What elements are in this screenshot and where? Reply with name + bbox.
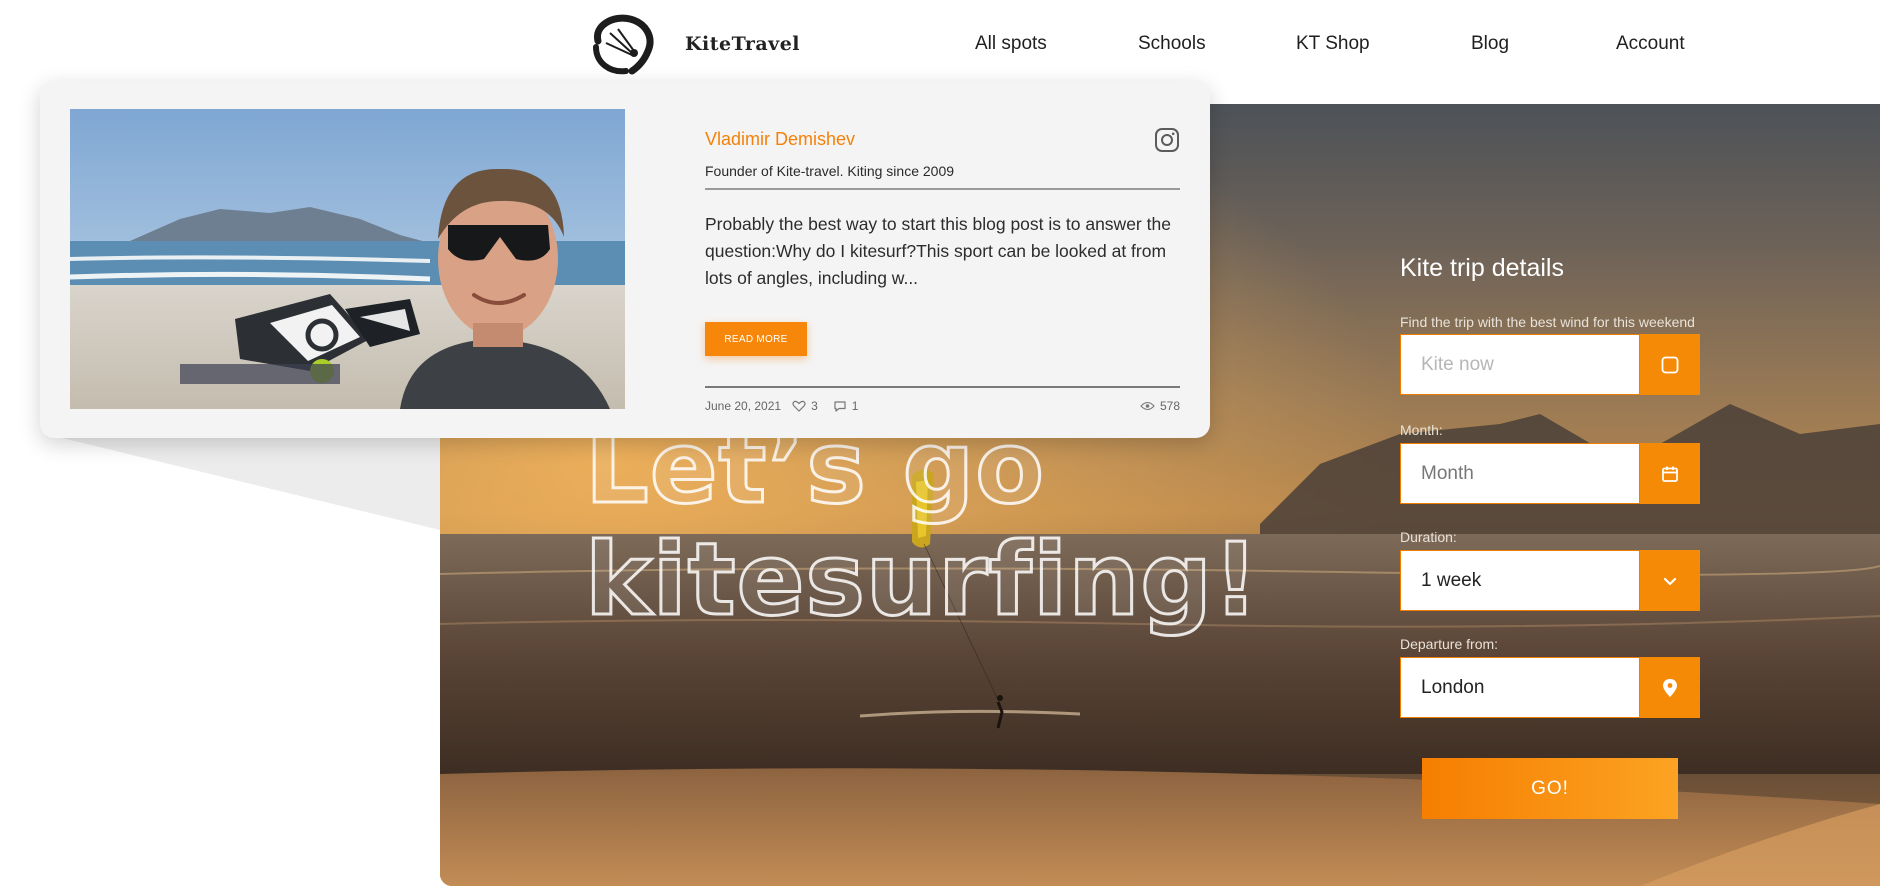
likes-count: 3 <box>811 399 818 413</box>
blog-post-card: Vladimir Demishev Founder of Kite-travel… <box>40 81 1210 438</box>
departure-location-button[interactable] <box>1640 657 1700 718</box>
calendar-icon <box>1662 466 1678 482</box>
read-more-button[interactable]: READ MORE <box>705 322 807 356</box>
hero-title: Let’s go kitesurfing! <box>584 410 1261 638</box>
post-meta: June 20, 2021 3 1 <box>705 399 858 413</box>
nav-account[interactable]: Account <box>1616 33 1685 55</box>
hero-title-line-2: kitesurfing! <box>584 521 1261 638</box>
post-excerpt: Probably the best way to start this blog… <box>705 214 1171 288</box>
kite-logo-icon[interactable] <box>588 13 658 75</box>
duration-field: 1 week <box>1400 550 1700 611</box>
month-input[interactable]: Month <box>1400 443 1640 504</box>
author-role: Founder of Kite-travel. Kiting since 200… <box>705 163 955 179</box>
kite-now-button[interactable] <box>1640 334 1700 395</box>
nav-schools[interactable]: Schools <box>1138 33 1206 55</box>
duration-dropdown-button[interactable] <box>1640 550 1700 611</box>
divider <box>705 188 1180 190</box>
nav-kt-shop[interactable]: KT Shop <box>1296 33 1370 55</box>
duration-label: Duration: <box>1400 529 1457 545</box>
brand-name[interactable]: KiteTravel <box>685 33 800 55</box>
beach-selfie-image <box>70 109 625 409</box>
trip-form-hint: Find the trip with the best wind for thi… <box>1400 314 1695 330</box>
month-picker-button[interactable] <box>1640 443 1700 504</box>
go-button[interactable]: GO! <box>1422 758 1678 819</box>
comments-count: 1 <box>851 399 859 413</box>
chevron-down-icon <box>1663 577 1677 585</box>
views-count: 578 <box>1160 399 1181 413</box>
departure-label: Departure from: <box>1400 636 1499 652</box>
eye-icon <box>1140 401 1155 411</box>
divider <box>705 386 1180 388</box>
comment-icon[interactable] <box>833 400 847 413</box>
departure-input[interactable]: London <box>1400 657 1640 718</box>
author-name[interactable]: Vladimir Demishev <box>705 129 855 150</box>
instagram-icon[interactable] <box>1154 127 1180 153</box>
map-pin-icon <box>1663 678 1677 697</box>
kite-now-input[interactable]: Kite now <box>1400 334 1640 395</box>
heart-icon[interactable] <box>792 400 806 412</box>
kite-now-field: Kite now <box>1400 334 1700 395</box>
duration-select[interactable]: 1 week <box>1400 550 1640 611</box>
square-icon <box>1661 356 1679 373</box>
departure-field: London <box>1400 657 1700 718</box>
trip-form-title: Kite trip details <box>1400 254 1564 282</box>
nav-blog[interactable]: Blog <box>1471 33 1509 55</box>
post-date: June 20, 2021 <box>705 399 782 413</box>
views-meta: 578 <box>1140 399 1180 413</box>
month-field: Month <box>1400 443 1700 504</box>
nav-all-spots[interactable]: All spots <box>975 33 1047 55</box>
author-photo <box>70 109 625 409</box>
month-label: Month: <box>1400 422 1443 438</box>
